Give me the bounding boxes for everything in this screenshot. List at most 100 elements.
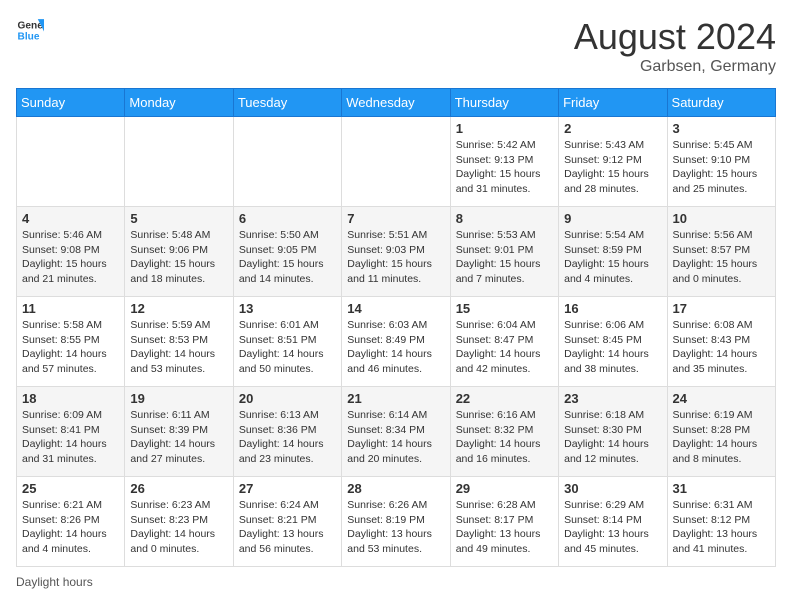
calendar-cell: 15 Sunrise: 6:04 AM Sunset: 8:47 PM Dayl… (450, 297, 558, 387)
daylight: Daylight: 14 hours and 20 minutes. (347, 438, 432, 465)
sunrise: Sunrise: 5:54 AM (564, 229, 644, 241)
calendar-cell: 6 Sunrise: 5:50 AM Sunset: 9:05 PM Dayli… (233, 207, 341, 297)
calendar-cell: 3 Sunrise: 5:45 AM Sunset: 9:10 PM Dayli… (667, 117, 775, 207)
day-number: 23 (564, 391, 661, 406)
sunrise: Sunrise: 6:04 AM (456, 319, 536, 331)
day-info: Sunrise: 6:06 AM Sunset: 8:45 PM Dayligh… (564, 318, 661, 377)
sunrise: Sunrise: 6:31 AM (673, 499, 753, 511)
day-number: 17 (673, 301, 770, 316)
day-info: Sunrise: 6:23 AM Sunset: 8:23 PM Dayligh… (130, 498, 227, 557)
calendar-cell (233, 117, 341, 207)
day-number: 8 (456, 211, 553, 226)
sunrise: Sunrise: 6:14 AM (347, 409, 427, 421)
day-info: Sunrise: 6:31 AM Sunset: 8:12 PM Dayligh… (673, 498, 770, 557)
calendar-cell: 31 Sunrise: 6:31 AM Sunset: 8:12 PM Dayl… (667, 477, 775, 567)
daylight: Daylight: 15 hours and 18 minutes. (130, 258, 215, 285)
sunset: Sunset: 8:30 PM (564, 424, 642, 436)
sunset: Sunset: 8:49 PM (347, 334, 425, 346)
sunset: Sunset: 8:59 PM (564, 244, 642, 256)
calendar-cell: 9 Sunrise: 5:54 AM Sunset: 8:59 PM Dayli… (559, 207, 667, 297)
calendar-cell: 7 Sunrise: 5:51 AM Sunset: 9:03 PM Dayli… (342, 207, 450, 297)
calendar-day-header: Saturday (667, 89, 775, 117)
calendar-week-row: 11 Sunrise: 5:58 AM Sunset: 8:55 PM Dayl… (17, 297, 776, 387)
sunrise: Sunrise: 6:21 AM (22, 499, 102, 511)
daylight: Daylight: 15 hours and 25 minutes. (673, 168, 758, 195)
daylight: Daylight: 14 hours and 50 minutes. (239, 348, 324, 375)
day-info: Sunrise: 6:24 AM Sunset: 8:21 PM Dayligh… (239, 498, 336, 557)
calendar-cell: 2 Sunrise: 5:43 AM Sunset: 9:12 PM Dayli… (559, 117, 667, 207)
day-info: Sunrise: 6:04 AM Sunset: 8:47 PM Dayligh… (456, 318, 553, 377)
logo: General Blue (16, 16, 44, 44)
daylight: Daylight: 15 hours and 31 minutes. (456, 168, 541, 195)
calendar-cell: 25 Sunrise: 6:21 AM Sunset: 8:26 PM Dayl… (17, 477, 125, 567)
sunset: Sunset: 8:57 PM (673, 244, 751, 256)
sunset: Sunset: 8:55 PM (22, 334, 100, 346)
daylight: Daylight: 14 hours and 35 minutes. (673, 348, 758, 375)
calendar-cell: 10 Sunrise: 5:56 AM Sunset: 8:57 PM Dayl… (667, 207, 775, 297)
daylight: Daylight: 14 hours and 27 minutes. (130, 438, 215, 465)
daylight: Daylight: 14 hours and 16 minutes. (456, 438, 541, 465)
sunrise: Sunrise: 6:13 AM (239, 409, 319, 421)
sunrise: Sunrise: 6:01 AM (239, 319, 319, 331)
day-info: Sunrise: 6:16 AM Sunset: 8:32 PM Dayligh… (456, 408, 553, 467)
sunset: Sunset: 8:41 PM (22, 424, 100, 436)
sunset: Sunset: 8:47 PM (456, 334, 534, 346)
daylight: Daylight: 14 hours and 4 minutes. (22, 528, 107, 555)
day-number: 10 (673, 211, 770, 226)
sunrise: Sunrise: 5:48 AM (130, 229, 210, 241)
day-number: 28 (347, 481, 444, 496)
calendar-table: SundayMondayTuesdayWednesdayThursdayFrid… (16, 88, 776, 567)
sunset: Sunset: 8:26 PM (22, 514, 100, 526)
calendar-cell: 4 Sunrise: 5:46 AM Sunset: 9:08 PM Dayli… (17, 207, 125, 297)
calendar-header-row: SundayMondayTuesdayWednesdayThursdayFrid… (17, 89, 776, 117)
calendar-cell (17, 117, 125, 207)
sunset: Sunset: 9:08 PM (22, 244, 100, 256)
calendar-cell: 22 Sunrise: 6:16 AM Sunset: 8:32 PM Dayl… (450, 387, 558, 477)
sunrise: Sunrise: 5:59 AM (130, 319, 210, 331)
day-number: 21 (347, 391, 444, 406)
day-info: Sunrise: 6:08 AM Sunset: 8:43 PM Dayligh… (673, 318, 770, 377)
day-info: Sunrise: 6:28 AM Sunset: 8:17 PM Dayligh… (456, 498, 553, 557)
svg-text:Blue: Blue (18, 31, 40, 42)
sunset: Sunset: 8:36 PM (239, 424, 317, 436)
daylight: Daylight: 13 hours and 53 minutes. (347, 528, 432, 555)
day-number: 5 (130, 211, 227, 226)
sunset: Sunset: 9:03 PM (347, 244, 425, 256)
sunset: Sunset: 8:34 PM (347, 424, 425, 436)
day-number: 13 (239, 301, 336, 316)
day-number: 27 (239, 481, 336, 496)
calendar-cell: 5 Sunrise: 5:48 AM Sunset: 9:06 PM Dayli… (125, 207, 233, 297)
sunrise: Sunrise: 6:19 AM (673, 409, 753, 421)
day-info: Sunrise: 5:59 AM Sunset: 8:53 PM Dayligh… (130, 318, 227, 377)
sunset: Sunset: 8:28 PM (673, 424, 751, 436)
daylight: Daylight: 15 hours and 14 minutes. (239, 258, 324, 285)
calendar-cell: 26 Sunrise: 6:23 AM Sunset: 8:23 PM Dayl… (125, 477, 233, 567)
day-info: Sunrise: 5:56 AM Sunset: 8:57 PM Dayligh… (673, 228, 770, 287)
day-info: Sunrise: 5:48 AM Sunset: 9:06 PM Dayligh… (130, 228, 227, 287)
sunset: Sunset: 8:17 PM (456, 514, 534, 526)
day-info: Sunrise: 6:29 AM Sunset: 8:14 PM Dayligh… (564, 498, 661, 557)
day-info: Sunrise: 6:14 AM Sunset: 8:34 PM Dayligh… (347, 408, 444, 467)
day-info: Sunrise: 5:45 AM Sunset: 9:10 PM Dayligh… (673, 138, 770, 197)
calendar-cell: 17 Sunrise: 6:08 AM Sunset: 8:43 PM Dayl… (667, 297, 775, 387)
calendar-cell: 1 Sunrise: 5:42 AM Sunset: 9:13 PM Dayli… (450, 117, 558, 207)
sunrise: Sunrise: 6:24 AM (239, 499, 319, 511)
sunrise: Sunrise: 6:11 AM (130, 409, 209, 421)
sunset: Sunset: 9:10 PM (673, 154, 751, 166)
day-info: Sunrise: 6:18 AM Sunset: 8:30 PM Dayligh… (564, 408, 661, 467)
sunrise: Sunrise: 6:28 AM (456, 499, 536, 511)
day-number: 11 (22, 301, 119, 316)
day-number: 7 (347, 211, 444, 226)
calendar-week-row: 1 Sunrise: 5:42 AM Sunset: 9:13 PM Dayli… (17, 117, 776, 207)
calendar-cell (125, 117, 233, 207)
sunrise: Sunrise: 5:58 AM (22, 319, 102, 331)
day-number: 22 (456, 391, 553, 406)
location: Garbsen, Germany (574, 58, 776, 76)
sunset: Sunset: 8:14 PM (564, 514, 642, 526)
daylight: Daylight: 15 hours and 11 minutes. (347, 258, 432, 285)
sunset: Sunset: 9:01 PM (456, 244, 534, 256)
day-info: Sunrise: 6:19 AM Sunset: 8:28 PM Dayligh… (673, 408, 770, 467)
day-number: 18 (22, 391, 119, 406)
day-number: 25 (22, 481, 119, 496)
daylight: Daylight: 15 hours and 21 minutes. (22, 258, 107, 285)
